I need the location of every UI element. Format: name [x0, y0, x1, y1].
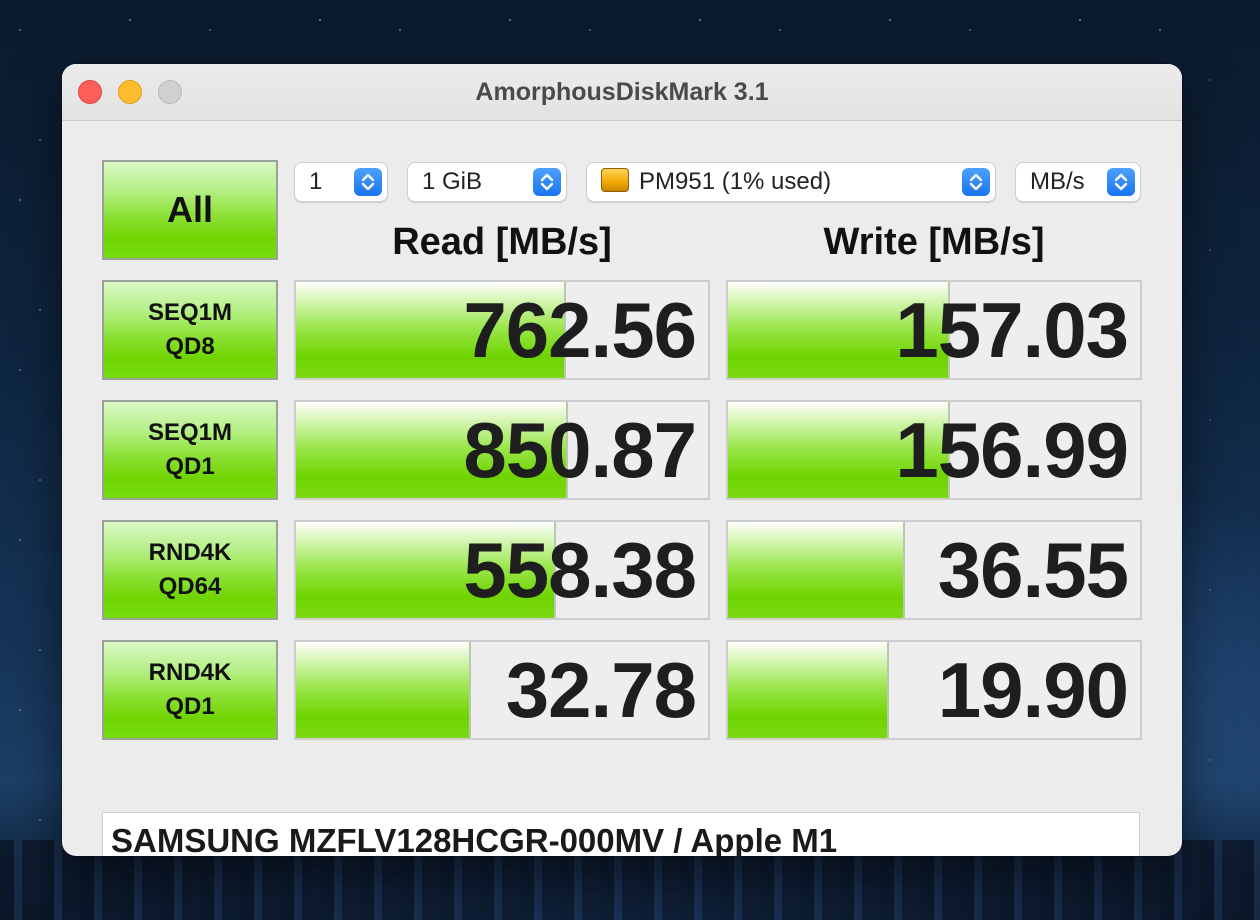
read-value: 850.87: [463, 406, 697, 494]
seq1m-qd1-button[interactable]: SEQ1M QD1: [102, 400, 278, 500]
rnd4k-qd64-button[interactable]: RND4K QD64: [102, 520, 278, 620]
drive-icon: [601, 168, 629, 192]
stepper-icon: [962, 168, 990, 196]
window-title: AmorphousDiskMark 3.1: [475, 78, 769, 106]
write-result-rnd4k-qd1: 19.90: [726, 640, 1142, 740]
rnd4k-qd1-button[interactable]: RND4K QD1: [102, 640, 278, 740]
size-select[interactable]: 1 GiB: [407, 162, 567, 202]
read-result-seq1m-qd1: 850.87: [294, 400, 710, 500]
seq1m-qd8-button[interactable]: SEQ1M QD8: [102, 280, 278, 380]
test-line2: QD64: [158, 573, 222, 600]
unit-select[interactable]: MB/s: [1015, 162, 1141, 202]
comment-field[interactable]: SAMSUNG MZFLV128HCGR-000MV / Apple M1: [102, 812, 1140, 856]
count-select[interactable]: 1: [294, 162, 388, 202]
read-bar: [296, 642, 472, 738]
drive-value: PM951 (1% used): [639, 168, 832, 195]
read-value: 32.78: [505, 646, 697, 734]
write-value: 19.90: [937, 646, 1129, 734]
write-header: Write [MB/s]: [823, 221, 1045, 263]
stepper-icon: [354, 168, 382, 196]
read-result-rnd4k-qd1: 32.78: [294, 640, 710, 740]
test-line1: SEQ1M: [147, 419, 233, 446]
title-bar[interactable]: AmorphousDiskMark 3.1: [62, 64, 1182, 121]
write-result-seq1m-qd8: 157.03: [726, 280, 1142, 380]
write-bar: [728, 642, 889, 738]
run-all-button[interactable]: All: [102, 160, 278, 260]
app-window: AmorphousDiskMark 3.1 All 1 1 GiB PM951 …: [62, 64, 1182, 856]
test-line2: QD1: [165, 453, 215, 480]
write-value: 156.99: [895, 406, 1129, 494]
unit-value: MB/s: [1030, 168, 1085, 195]
write-result-rnd4k-qd64: 36.55: [726, 520, 1142, 620]
write-value: 36.55: [937, 526, 1129, 614]
stepper-icon: [533, 168, 561, 196]
write-result-seq1m-qd1: 156.99: [726, 400, 1142, 500]
test-line2: QD1: [165, 693, 215, 720]
read-value: 558.38: [463, 526, 697, 614]
read-result-seq1m-qd8: 762.56: [294, 280, 710, 380]
read-result-rnd4k-qd64: 558.38: [294, 520, 710, 620]
drive-select[interactable]: PM951 (1% used): [586, 162, 996, 202]
write-value: 157.03: [895, 286, 1129, 374]
test-line1: SEQ1M: [147, 299, 233, 326]
test-line1: RND4K: [148, 539, 232, 566]
read-header: Read [MB/s]: [392, 221, 612, 263]
test-line1: RND4K: [148, 659, 232, 686]
write-bar: [728, 522, 906, 618]
count-value: 1: [309, 168, 323, 195]
test-line2: QD8: [165, 333, 215, 360]
stepper-icon: [1107, 168, 1135, 196]
main-content: All 1 1 GiB PM951 (1% used) MB/s Read [M…: [62, 120, 1182, 856]
read-value: 762.56: [463, 286, 697, 374]
size-value: 1 GiB: [422, 168, 483, 195]
